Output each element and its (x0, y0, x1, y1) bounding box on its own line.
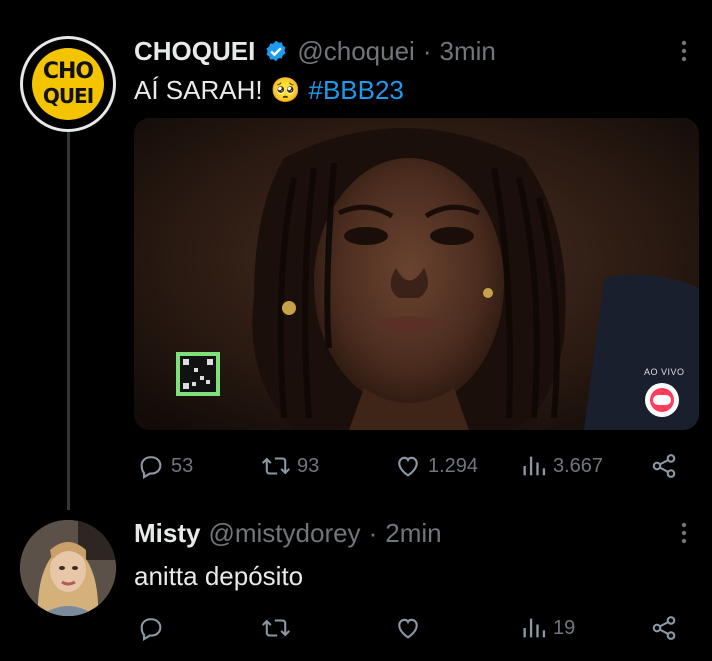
tweet-media-image[interactable]: AO VIVO (134, 118, 699, 430)
timestamp[interactable]: 3min (440, 36, 496, 67)
reply-timestamp[interactable]: 2min (385, 518, 441, 549)
reply-reply-button[interactable] (137, 614, 171, 642)
retweet-button[interactable]: 93 (261, 452, 319, 480)
reply-icon (137, 452, 165, 480)
share-button[interactable] (650, 452, 678, 480)
like-button[interactable]: 1.294 (394, 452, 478, 480)
reply-button[interactable]: 53 (137, 452, 193, 480)
more-options-icon[interactable] (676, 38, 692, 64)
display-name[interactable]: CHOQUEI (134, 36, 255, 67)
tweet-actions: 53 93 1.294 3.667 (0, 450, 712, 482)
separator: · (422, 36, 432, 66)
avatar-logo-text-top: CHO (42, 59, 94, 84)
reply-retweet-button[interactable] (261, 614, 297, 642)
live-badge-label: AO VIVO (644, 367, 685, 377)
views-count: 3.667 (553, 454, 604, 477)
reply-views-button[interactable]: 19 (521, 614, 575, 642)
reply-like-button[interactable] (394, 614, 428, 642)
reply-share-button[interactable] (650, 614, 678, 642)
reply-text: anitta depósito (134, 561, 304, 591)
like-count: 1.294 (428, 454, 479, 477)
reply-actions: 19 (0, 612, 712, 644)
pleading-face-emoji: 🥺 (270, 77, 301, 104)
heart-icon (394, 452, 422, 480)
views-icon (521, 452, 547, 480)
tweet-text: AÍ SARAH! 🥺 #BBB23 (134, 75, 404, 106)
reply-separator: · (368, 518, 378, 548)
reply-more-options-icon[interactable] (676, 520, 692, 546)
avatar[interactable]: CHO QUEI (20, 36, 116, 132)
tweet-header: CHOQUEI @choquei · 3min (134, 36, 496, 67)
reply-count: 53 (171, 454, 194, 477)
reply-avatar[interactable] (20, 520, 116, 616)
share-icon (650, 614, 678, 642)
avatar-logo: CHO QUEI (32, 48, 104, 120)
views-icon (521, 614, 547, 642)
reply-views-count: 19 (553, 616, 576, 639)
avatar-logo-text-bottom: QUEI (42, 84, 94, 108)
heart-icon (394, 614, 422, 642)
views-button[interactable]: 3.667 (521, 452, 603, 480)
reply-handle[interactable]: @mistydorey (208, 518, 360, 549)
reply-header: Misty @mistydorey · 2min (134, 518, 442, 549)
reply-icon (137, 614, 165, 642)
tweet-text-main: AÍ SARAH! (134, 75, 263, 105)
retweet-count: 93 (297, 454, 320, 477)
reply-display-name[interactable]: Misty (134, 518, 200, 549)
handle[interactable]: @choquei (297, 36, 414, 67)
retweet-icon (261, 452, 291, 480)
share-icon (650, 452, 678, 480)
verified-badge-icon (263, 39, 289, 65)
retweet-icon (261, 614, 291, 642)
hashtag-link[interactable]: #BBB23 (308, 75, 403, 106)
